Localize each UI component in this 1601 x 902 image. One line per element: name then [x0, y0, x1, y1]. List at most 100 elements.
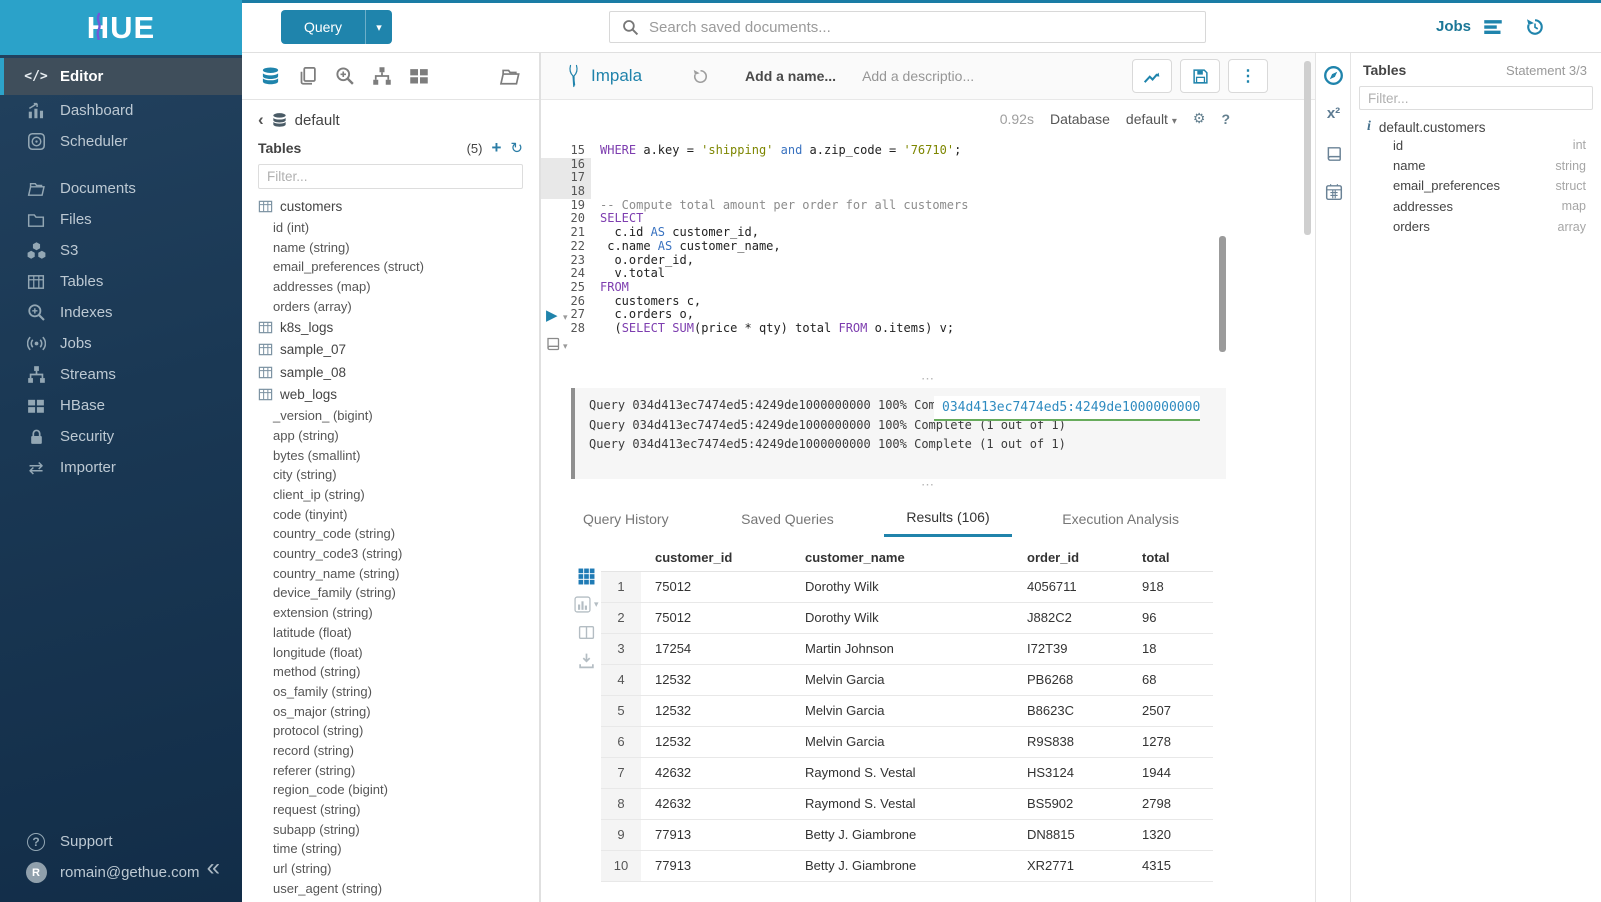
hue-logo[interactable]: HUE [87, 10, 155, 46]
sidebar-item-dashboard[interactable]: Dashboard [0, 95, 242, 126]
columns-view-icon[interactable] [574, 624, 599, 641]
save-button[interactable] [1180, 59, 1220, 93]
sidebar-item-hbase[interactable]: HBase [0, 390, 242, 421]
sidebar-item-tables[interactable]: Tables [0, 266, 242, 297]
language-docs-icon[interactable] [1316, 145, 1351, 163]
sidebar-item-indexes[interactable]: Indexes [0, 297, 242, 328]
assist-column[interactable]: code (tinyint) [242, 504, 539, 524]
apps-grid-icon[interactable] [409, 66, 429, 86]
documents-copy-icon[interactable] [298, 66, 318, 86]
info-icon[interactable]: i [1367, 119, 1371, 135]
functions-icon[interactable]: x² [1316, 105, 1351, 122]
jobs-list-icon[interactable] [1483, 18, 1503, 36]
calendar-icon[interactable] [1316, 183, 1351, 201]
assist-column[interactable]: email_preferences (struct) [242, 257, 539, 277]
grid-view-icon[interactable] [574, 568, 599, 585]
assist-column[interactable]: country_code (string) [242, 524, 539, 544]
log-resize-handle[interactable]: ⋯ [541, 375, 1315, 385]
job-id-link[interactable]: 034d413ec7474ed5:4249de1000000000 [934, 396, 1200, 421]
assist-column[interactable]: referer (string) [242, 760, 539, 780]
assist-column[interactable]: device_family (string) [242, 583, 539, 603]
sidebar-item-s3[interactable]: S3 [0, 235, 242, 266]
assist-column[interactable]: protocol (string) [242, 721, 539, 741]
new-query-button[interactable]: Query ▾ [281, 10, 392, 44]
query-caret-icon[interactable]: ▾ [365, 10, 392, 44]
gear-icon[interactable]: ⚙ [1193, 110, 1206, 127]
search-input[interactable] [649, 19, 1193, 36]
sidebar-item-editor[interactable]: </>Editor [0, 58, 242, 95]
assist-column[interactable]: subapp (string) [242, 819, 539, 839]
assist-table-k8s_logs[interactable]: k8s_logs [242, 316, 539, 339]
col-header-customer_id[interactable]: customer_id [641, 545, 791, 571]
assist-column[interactable]: longitude (float) [242, 642, 539, 662]
assist-column[interactable]: url (string) [242, 859, 539, 879]
assist-column[interactable]: os_major (string) [242, 701, 539, 721]
right-column-addresses[interactable]: addressesmap [1351, 196, 1601, 216]
sidebar-item-files[interactable]: Files [0, 204, 242, 235]
databases-icon[interactable] [260, 66, 281, 87]
sidebar-item-importer[interactable]: ⇄Importer [0, 452, 242, 483]
sidebar-item-support[interactable]: ? Support [0, 826, 242, 857]
code-scrollbar[interactable] [1219, 236, 1226, 352]
zoom-plus-icon[interactable] [335, 66, 355, 86]
assist-column[interactable]: extension (string) [242, 603, 539, 623]
right-filter-input[interactable] [1368, 91, 1584, 106]
tab-results-106-[interactable]: Results (106) [884, 500, 1011, 537]
assist-column[interactable]: record (string) [242, 741, 539, 761]
sidebar-item-security[interactable]: Security [0, 421, 242, 452]
assist-column[interactable]: id (int) [242, 218, 539, 238]
assist-table-sample_07[interactable]: sample_07 [242, 338, 539, 361]
result-row-3[interactable]: 317254Martin JohnsonI72T3918 [601, 633, 1213, 664]
help-icon[interactable]: ? [1221, 111, 1230, 127]
tab-query-history[interactable]: Query History [561, 500, 691, 537]
history-icon[interactable] [1525, 17, 1545, 37]
result-row-5[interactable]: 512532Melvin GarciaB8623C2507 [601, 695, 1213, 726]
query-description-placeholder[interactable]: Add a descriptio... [862, 68, 974, 84]
assist-column[interactable]: request (string) [242, 800, 539, 820]
assist-column[interactable]: addresses (map) [242, 277, 539, 297]
database-name[interactable]: default [295, 112, 340, 129]
assist-column[interactable]: os_family (string) [242, 682, 539, 702]
result-row-1[interactable]: 175012Dorothy Wilk4056711918 [601, 571, 1213, 602]
sidebar-item-scheduler[interactable]: Scheduler [0, 126, 242, 157]
tables-filter-input[interactable] [267, 169, 514, 184]
right-column-orders[interactable]: ordersarray [1351, 217, 1601, 237]
snippet-docs-icon[interactable] [545, 336, 561, 352]
result-row-4[interactable]: 412532Melvin GarciaPB626868 [601, 664, 1213, 695]
assist-table-customers[interactable]: customers [242, 195, 539, 218]
right-column-email_preferences[interactable]: email_preferencesstruct [1351, 176, 1601, 196]
run-query-button[interactable]: ▶ [546, 306, 558, 324]
query-name-placeholder[interactable]: Add a name... [745, 68, 836, 84]
sidebar-item-streams[interactable]: Streams [0, 359, 242, 390]
database-select[interactable]: default ▾ [1126, 111, 1177, 127]
right-column-id[interactable]: idint [1351, 135, 1601, 155]
result-row-7[interactable]: 742632Raymond S. VestalHS31241944 [601, 757, 1213, 788]
query-history-icon[interactable] [692, 68, 709, 85]
assist-column[interactable]: latitude (float) [242, 623, 539, 643]
assist-column[interactable]: bytes (smallint) [242, 445, 539, 465]
snippet-docs-caret-icon[interactable]: ▾ [563, 341, 568, 352]
active-table-row[interactable]: i default.customers [1351, 119, 1601, 135]
assist-column[interactable]: user_agent (string) [242, 878, 539, 898]
sitemap-icon[interactable] [372, 66, 392, 86]
assist-column[interactable]: name (string) [242, 237, 539, 257]
run-options-caret-icon[interactable]: ▾ [563, 312, 568, 323]
sidebar-item-documents[interactable]: Documents [0, 173, 242, 204]
editor-panel-scrollbar[interactable] [1304, 61, 1311, 235]
result-row-8[interactable]: 842632Raymond S. VestalBS59022798 [601, 788, 1213, 819]
download-icon[interactable] [574, 652, 599, 669]
more-actions-button[interactable]: ⋮ [1228, 59, 1268, 93]
col-header-total[interactable]: total [1128, 545, 1213, 571]
col-header-customer_name[interactable]: customer_name [791, 545, 1013, 571]
assist-column[interactable]: country_code3 (string) [242, 544, 539, 564]
chart-button[interactable] [1132, 59, 1172, 93]
assist-column[interactable]: time (string) [242, 839, 539, 859]
assist-column[interactable]: region_code (bigint) [242, 780, 539, 800]
result-row-10[interactable]: 1077913Betty J. GiambroneXR27714315 [601, 850, 1213, 881]
chart-view-caret-icon[interactable]: ▾ [594, 599, 599, 610]
tab-saved-queries[interactable]: Saved Queries [719, 500, 856, 537]
results-resize-handle[interactable]: ⋯ [541, 481, 1315, 491]
right-column-name[interactable]: namestring [1351, 155, 1601, 175]
result-row-2[interactable]: 275012Dorothy WilkJ882C296 [601, 602, 1213, 633]
assist-table-web_logs[interactable]: web_logs [242, 383, 539, 406]
